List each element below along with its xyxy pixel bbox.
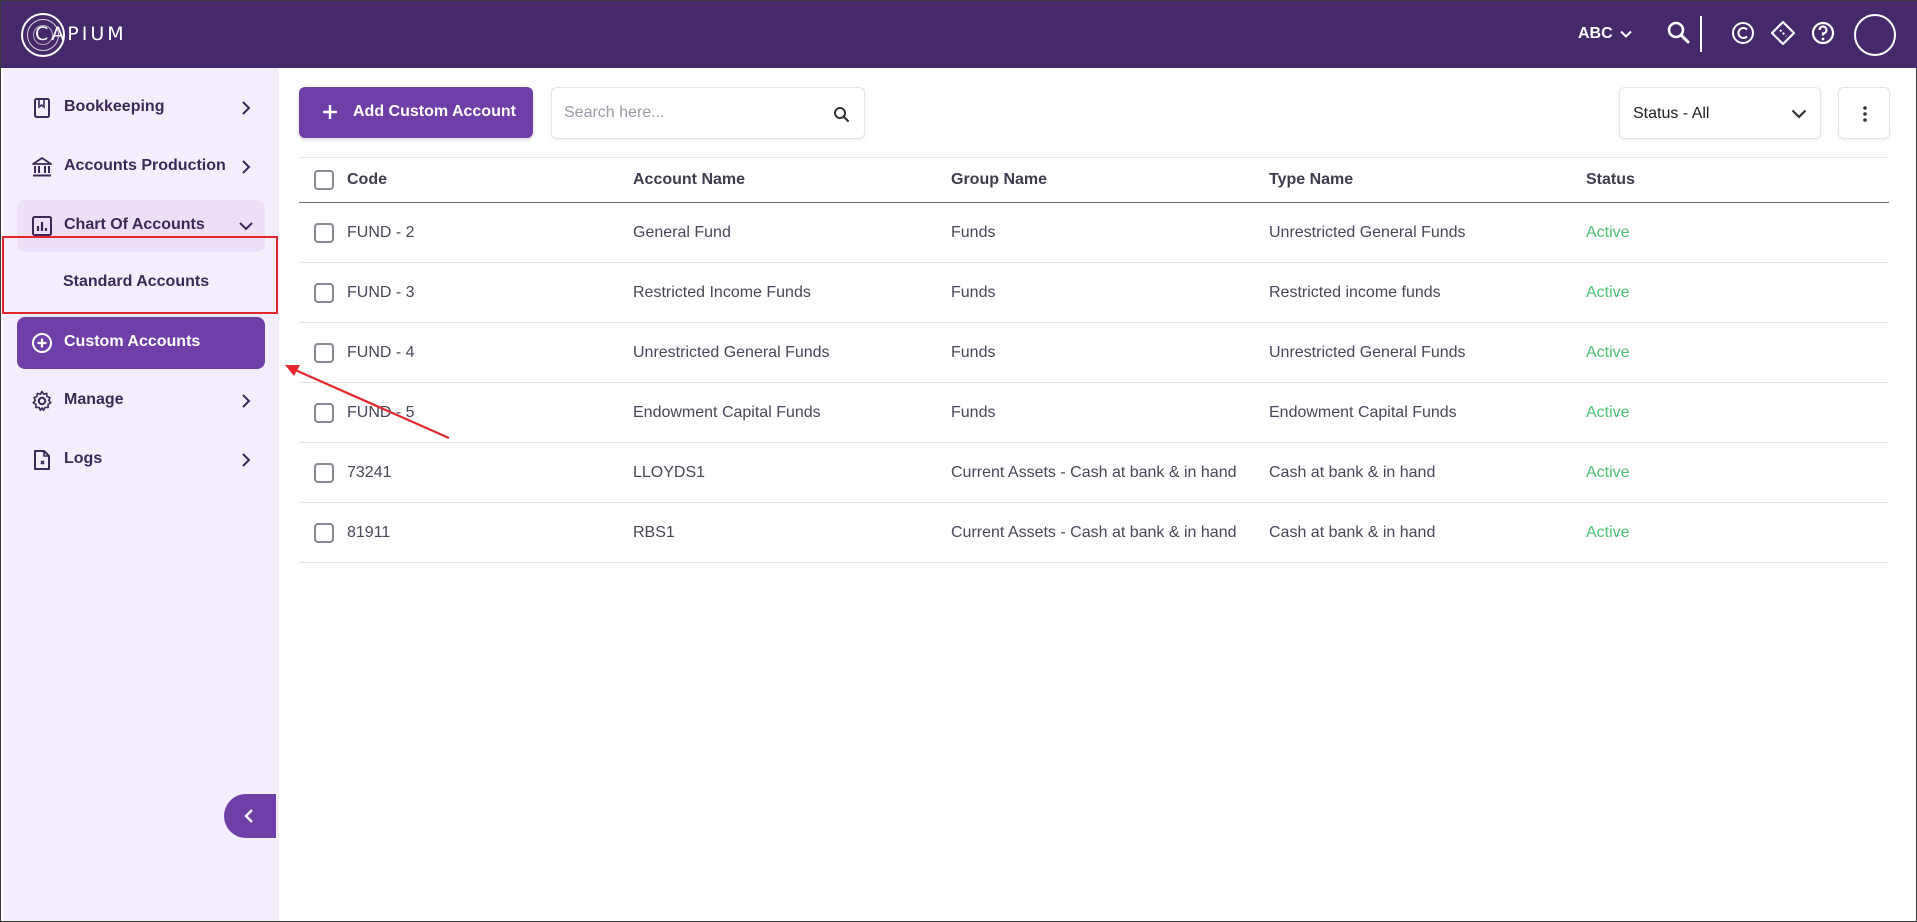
cell-code: FUND - 2 xyxy=(347,223,415,241)
search-icon[interactable] xyxy=(833,106,850,123)
gear-icon xyxy=(32,390,52,412)
add-custom-account-button[interactable]: Add Custom Account xyxy=(299,87,533,138)
cell-account-name: Restricted Income Funds xyxy=(633,283,811,301)
row-checkbox[interactable] xyxy=(314,222,334,243)
cell-type-name: Unrestricted General Funds xyxy=(1269,343,1466,361)
capium-coin-icon[interactable] xyxy=(1729,19,1757,47)
row-checkbox[interactable] xyxy=(314,522,334,543)
sidebar-item-custom-accounts[interactable]: Custom Accounts xyxy=(17,317,265,369)
top-bar: CAPIUM ABC xyxy=(1,1,1917,68)
chart-icon xyxy=(32,216,52,236)
chevron-left-icon xyxy=(244,809,253,823)
cell-code: 73241 xyxy=(347,463,392,481)
cell-group-name: Current Assets - Cash at bank & in hand xyxy=(951,463,1237,481)
cell-account-name: Unrestricted General Funds xyxy=(633,343,830,361)
column-header-group-name[interactable]: Group Name xyxy=(951,158,1047,202)
user-avatar[interactable] xyxy=(1854,14,1896,56)
chevron-down-icon xyxy=(1791,109,1807,119)
sidebar-item-manage[interactable]: Manage xyxy=(17,375,265,427)
org-selector[interactable]: ABC xyxy=(1578,25,1633,43)
plus-icon xyxy=(323,105,337,119)
table-row[interactable]: FUND - 5 Endowment Capital Funds Funds E… xyxy=(299,383,1889,443)
cell-type-name: Restricted income funds xyxy=(1269,283,1441,301)
chevron-right-icon xyxy=(242,101,251,115)
cell-type-name: Cash at bank & in hand xyxy=(1269,463,1436,481)
row-checkbox[interactable] xyxy=(314,282,334,303)
more-vertical-icon xyxy=(1863,106,1867,122)
column-header-code[interactable]: Code xyxy=(347,158,387,202)
sidebar-item-label: Manage xyxy=(64,391,124,408)
search-icon[interactable] xyxy=(1665,19,1693,47)
more-options-button[interactable] xyxy=(1838,87,1890,139)
status-filter-value: Status - All xyxy=(1633,105,1710,122)
cell-account-name: Endowment Capital Funds xyxy=(633,403,821,421)
chevron-right-icon xyxy=(242,160,251,174)
cell-type-name: Endowment Capital Funds xyxy=(1269,403,1457,421)
annotation-highlight-box xyxy=(2,236,278,314)
capium-logo[interactable]: CAPIUM xyxy=(21,13,124,57)
cell-account-name: General Fund xyxy=(633,223,731,241)
header-divider xyxy=(1700,16,1702,52)
table-header-row: Code Account Name Group Name Type Name S… xyxy=(299,157,1889,203)
cell-group-name: Funds xyxy=(951,403,996,421)
annotation-arrow xyxy=(285,365,450,440)
cell-code: FUND - 3 xyxy=(347,283,415,301)
column-header-account-name[interactable]: Account Name xyxy=(633,158,745,202)
cell-status: Active xyxy=(1586,223,1630,241)
book-icon xyxy=(34,98,50,118)
cell-code: 81911 xyxy=(347,523,391,541)
sidebar: Bookkeeping Accounts Production Chart Of… xyxy=(3,68,279,921)
log-file-icon xyxy=(34,450,50,470)
cell-group-name: Funds xyxy=(951,283,996,301)
cell-type-name: Cash at bank & in hand xyxy=(1269,523,1436,541)
sidebar-item-label: Logs xyxy=(64,450,103,467)
search-input[interactable] xyxy=(564,100,824,126)
cell-group-name: Current Assets - Cash at bank & in hand xyxy=(951,523,1237,541)
search-field[interactable] xyxy=(551,87,865,139)
sidebar-item-label: Chart Of Accounts xyxy=(64,216,205,233)
collapse-sidebar-button[interactable] xyxy=(224,794,276,838)
cell-account-name: RBS1 xyxy=(633,523,675,541)
cell-account-name: LLOYDS1 xyxy=(633,463,706,481)
custom-accounts-table: Code Account Name Group Name Type Name S… xyxy=(299,157,1889,563)
ticket-icon[interactable] xyxy=(1769,19,1797,47)
sidebar-item-logs[interactable]: Logs xyxy=(17,434,265,486)
cell-status: Active xyxy=(1586,523,1630,541)
table-row[interactable]: FUND - 4 Unrestricted General Funds Fund… xyxy=(299,323,1889,383)
chevron-right-icon xyxy=(242,394,251,408)
select-all-checkbox[interactable] xyxy=(314,170,334,190)
bank-icon xyxy=(32,157,52,177)
sidebar-item-label: Custom Accounts xyxy=(64,333,201,350)
table-row[interactable]: 81911 RBS1 Current Assets - Cash at bank… xyxy=(299,503,1889,563)
table-row[interactable]: 73241 LLOYDS1 Current Assets - Cash at b… xyxy=(299,443,1889,503)
cell-type-name: Unrestricted General Funds xyxy=(1269,223,1466,241)
column-header-type-name[interactable]: Type Name xyxy=(1269,158,1353,202)
sidebar-item-label: Bookkeeping xyxy=(64,98,165,115)
help-icon[interactable] xyxy=(1809,19,1837,47)
chevron-right-icon xyxy=(242,453,251,467)
cell-status: Active xyxy=(1586,403,1630,421)
cell-group-name: Funds xyxy=(951,343,996,361)
chevron-down-icon xyxy=(239,222,253,231)
logo-text: CAPIUM xyxy=(35,23,127,45)
cell-status: Active xyxy=(1586,283,1630,301)
cell-status: Active xyxy=(1586,463,1630,481)
status-filter-select[interactable]: Status - All xyxy=(1619,87,1821,139)
table-row[interactable]: FUND - 3 Restricted Income Funds Funds R… xyxy=(299,263,1889,323)
cell-group-name: Funds xyxy=(951,223,996,241)
row-checkbox[interactable] xyxy=(314,462,334,483)
sidebar-item-bookkeeping[interactable]: Bookkeeping xyxy=(17,82,265,134)
column-header-status[interactable]: Status xyxy=(1586,158,1635,202)
sidebar-item-accounts-production[interactable]: Accounts Production xyxy=(17,141,265,193)
cell-status: Active xyxy=(1586,343,1630,361)
sidebar-item-label: Accounts Production xyxy=(64,157,226,174)
add-button-label: Add Custom Account xyxy=(353,103,516,120)
chevron-down-icon xyxy=(1619,30,1632,38)
add-circle-icon xyxy=(32,333,52,353)
table-row[interactable]: FUND - 2 General Fund Funds Unrestricted… xyxy=(299,203,1889,263)
org-name: ABC xyxy=(1578,25,1613,42)
